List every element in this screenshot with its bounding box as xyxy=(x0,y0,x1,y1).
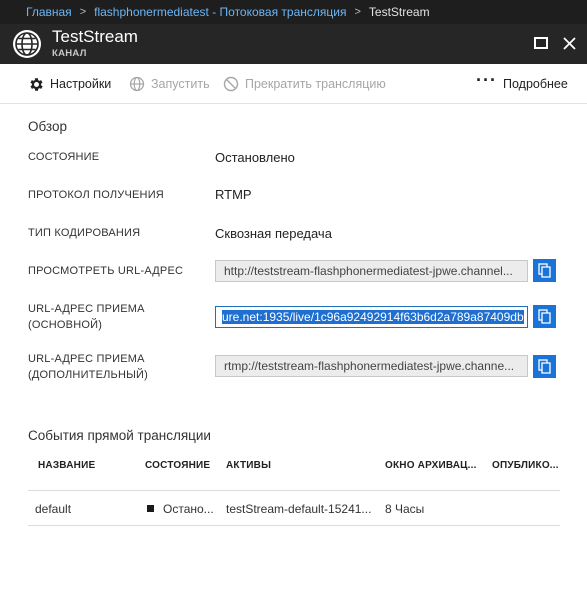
primary-ingest-label-line2: (ОСНОВНОЙ) xyxy=(28,319,103,331)
settings-button[interactable]: Настройки xyxy=(27,64,111,104)
secondary-ingest-label-line1: URL-АДРЕС ПРИЕМА xyxy=(28,353,145,365)
preview-url-label: ПРОСМОТРЕТЬ URL-АДРЕС xyxy=(28,265,184,277)
more-label: Подробнее xyxy=(502,77,568,91)
event-state-text: Остано... xyxy=(163,502,214,516)
protocol-label: ПРОТОКОЛ ПОЛУЧЕНИЯ xyxy=(28,189,164,201)
live-events-heading: События прямой трансляции xyxy=(28,428,211,443)
maximize-icon xyxy=(534,37,548,49)
column-header-name[interactable]: НАЗВАНИЕ xyxy=(38,460,95,480)
command-bar: Настройки Запустить Прекратить трансляци… xyxy=(0,64,587,104)
secondary-ingest-label-line2: (ДОПОЛНИТЕЛЬНЫЙ) xyxy=(28,369,149,381)
table-row-divider xyxy=(28,525,560,526)
start-button[interactable]: Запустить xyxy=(128,64,210,104)
maximize-button[interactable] xyxy=(530,32,552,54)
primary-ingest-url-field[interactable]: ure.net:1935/live/1c96a92492914f63b6d2a7… xyxy=(215,306,528,328)
primary-ingest-label: URL-АДРЕС ПРИЕМА (ОСНОВНОЙ) xyxy=(28,301,208,333)
copy-icon xyxy=(538,309,551,324)
copy-secondary-url-button[interactable] xyxy=(533,355,556,378)
copy-preview-url-button[interactable] xyxy=(533,259,556,282)
breadcrumb-current: TestStream xyxy=(368,5,430,19)
stop-streaming-label: Прекратить трансляцию xyxy=(245,77,386,91)
settings-label: Настройки xyxy=(50,77,112,91)
primary-ingest-url-selection: ure.net:1935/live/1c96a92492914f63b6d2a7… xyxy=(222,310,524,324)
overview-heading: Обзор xyxy=(28,119,67,134)
protocol-value: RTMP xyxy=(215,187,252,202)
breadcrumb-media-service-link[interactable]: flashphonermediatest - Потоковая трансля… xyxy=(94,5,346,19)
stop-streaming-button[interactable]: Прекратить трансляцию xyxy=(222,64,386,104)
stopped-status-icon xyxy=(147,505,154,512)
stop-icon xyxy=(222,75,240,93)
more-button[interactable]: ··· Подробнее xyxy=(476,64,568,104)
copy-icon xyxy=(538,263,551,278)
secondary-ingest-url-field[interactable]: rtmp://teststream-flashphonermediatest-j… xyxy=(215,355,528,377)
close-icon xyxy=(562,36,576,50)
globe-icon xyxy=(128,75,146,93)
column-header-published[interactable]: ОПУБЛИКО... xyxy=(492,460,559,480)
more-icon: ··· xyxy=(476,70,497,90)
copy-icon xyxy=(538,359,551,374)
event-state-cell: Остано... xyxy=(147,502,214,516)
start-label: Запустить xyxy=(151,77,210,91)
close-button[interactable] xyxy=(558,32,580,54)
page-subtitle: КАНАЛ xyxy=(52,48,87,59)
encoding-label: ТИП КОДИРОВАНИЯ xyxy=(28,227,141,239)
column-header-archive-window[interactable]: ОКНО АРХИВАЦ... xyxy=(385,460,477,480)
copy-primary-url-button[interactable] xyxy=(533,305,556,328)
primary-ingest-label-line1: URL-АДРЕС ПРИЕМА xyxy=(28,303,145,315)
page-title: TestStream xyxy=(52,27,138,46)
event-name-cell: default xyxy=(35,502,72,516)
preview-url-field[interactable]: http://teststream-flashphonermediatest-j… xyxy=(215,260,528,282)
secondary-ingest-label: URL-АДРЕС ПРИЕМА (ДОПОЛНИТЕЛЬНЫЙ) xyxy=(28,351,208,383)
table-header-divider xyxy=(28,490,560,491)
event-archive-window-cell: 8 Часы xyxy=(385,502,425,516)
gear-icon xyxy=(27,75,45,93)
column-header-assets[interactable]: АКТИВЫ xyxy=(226,460,271,480)
encoding-value: Сквозная передача xyxy=(215,226,332,241)
chevron-right-icon: > xyxy=(79,6,87,18)
globe-icon xyxy=(11,28,43,60)
state-label: СОСТОЯНИЕ xyxy=(28,151,100,163)
event-assets-cell: testStream-default-15241... xyxy=(226,502,372,516)
state-value: Остановлено xyxy=(215,150,295,165)
chevron-right-icon: > xyxy=(354,6,361,18)
column-header-state[interactable]: СОСТОЯНИЕ xyxy=(145,460,210,480)
blade-header: TestStream КАНАЛ xyxy=(0,24,587,64)
breadcrumb-home-link[interactable]: Главная xyxy=(26,5,72,19)
breadcrumb: Главная > flashphonermediatest - Потоков… xyxy=(0,0,587,24)
